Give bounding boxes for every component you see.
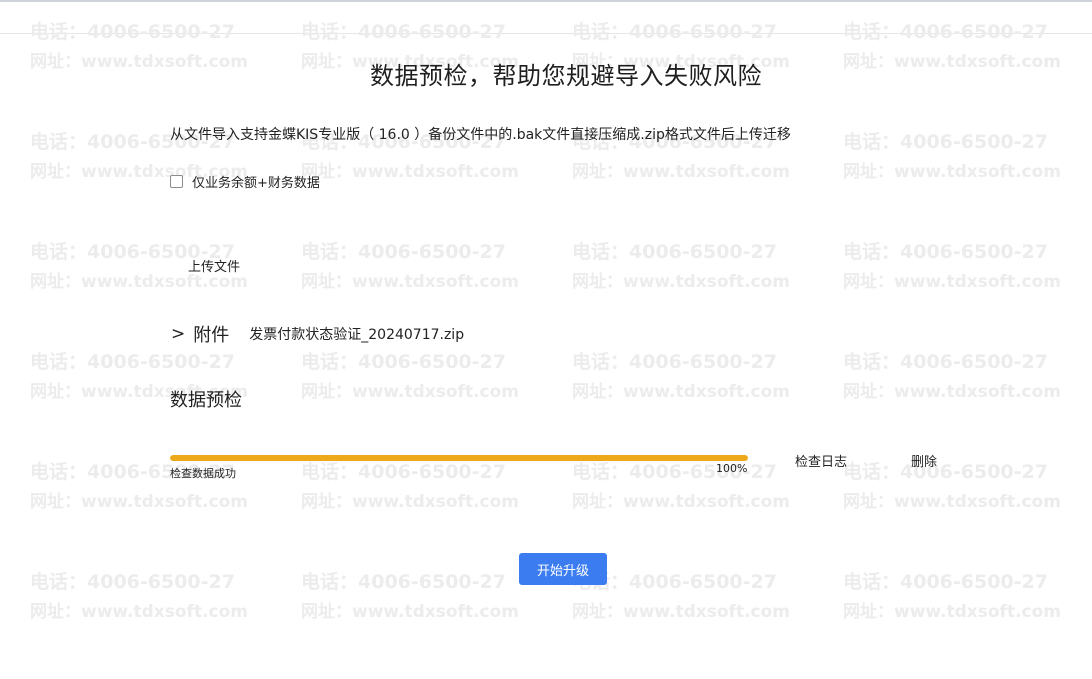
chevron-right-icon[interactable]: > [171,324,185,344]
precheck-section-title: 数据预检 [170,390,242,411]
import-description: 从文件导入支持金蝶KIS专业版（ 16.0 ）备份文件中的.bak文件直接压缩成… [170,127,791,143]
precheck-progress-bar [170,455,748,461]
page-title: 数据预检，帮助您规避导入失败风险 [370,62,762,90]
business-balance-option[interactable]: 仅业务余额+财务数据 [170,172,320,191]
attachment-row: > 附件 发票付款状态验证_20240717.zip [171,322,464,346]
business-balance-checkbox[interactable] [170,174,183,188]
delete-file-button[interactable]: 删除 [911,451,937,470]
precheck-progress-percent: 100% [716,462,748,475]
precheck-progress-fill [170,455,748,461]
attachment-filename[interactable]: 发票付款状态验证_20240717.zip [249,324,464,344]
precheck-status-text: 检查数据成功 [170,467,236,480]
import-precheck-panel: 数据预检，帮助您规避导入失败风险 从文件导入支持金蝶KIS专业版（ 16.0 ）… [0,0,1092,679]
upload-file-button[interactable]: 上传文件 [178,252,250,278]
attachment-label: 附件 [193,325,230,346]
start-upgrade-button[interactable]: 开始升级 [519,553,607,585]
business-balance-label: 仅业务余额+财务数据 [192,175,320,191]
view-check-log-button[interactable]: 检查日志 [795,451,847,470]
